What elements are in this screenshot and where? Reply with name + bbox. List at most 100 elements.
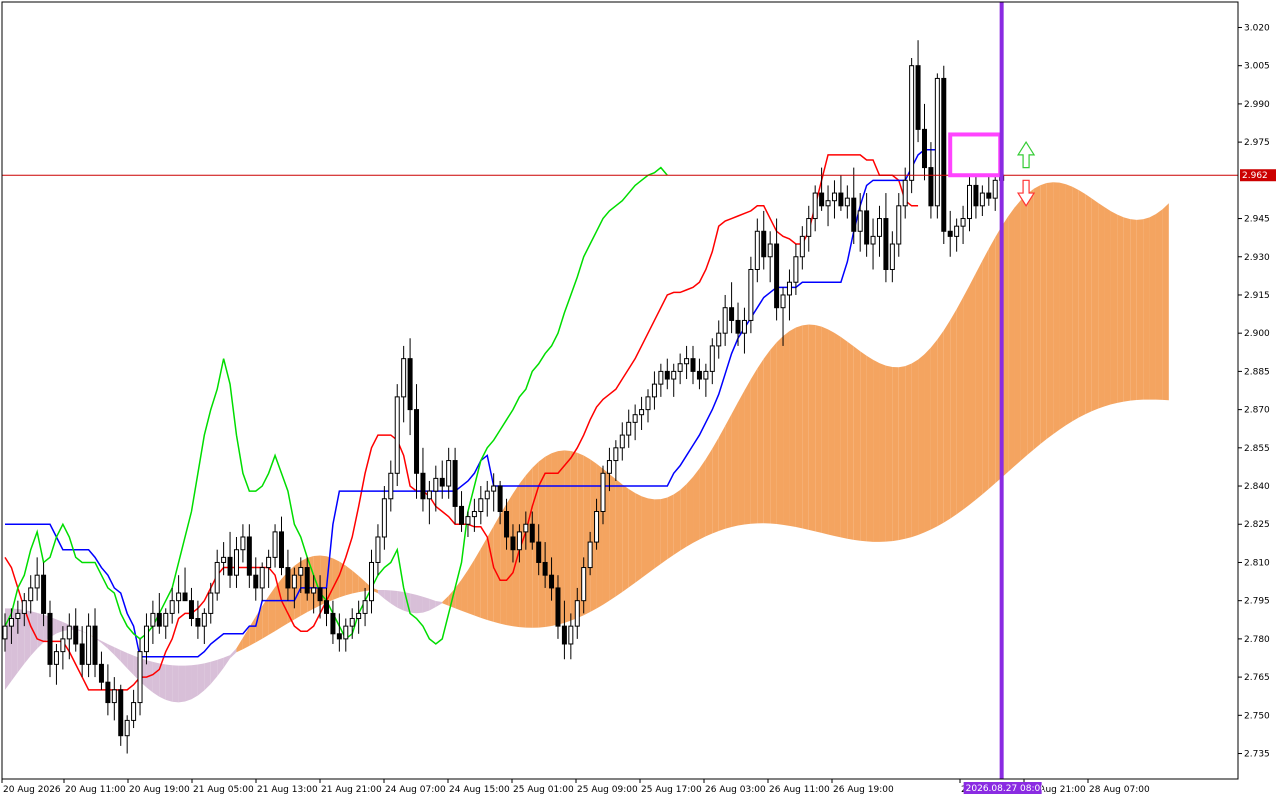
candle-body: [15, 612, 21, 620]
candle-body: [330, 612, 336, 635]
candle-body: [574, 600, 580, 627]
x-tick-label: 21 Aug 21:00: [321, 785, 382, 795]
y-tick-label: 2.735: [1244, 750, 1270, 760]
x-tick-label: 26 Aug 11:00: [769, 785, 830, 795]
candle-body: [150, 612, 156, 627]
candle-body: [311, 587, 317, 594]
candle-body: [902, 179, 908, 207]
candle-body: [510, 536, 516, 551]
cloud-segment: [332, 558, 340, 600]
cloud-segment: [615, 479, 623, 597]
candle-body: [343, 625, 349, 640]
candle-body: [266, 556, 272, 569]
cloud-segment: [699, 458, 706, 540]
cloud-segment: [1027, 188, 1034, 455]
candle-body: [169, 600, 175, 614]
cloud-segment: [770, 342, 777, 525]
candle-body: [696, 370, 702, 380]
x-tick-label: 24 Aug 15:00: [449, 785, 510, 795]
x-tick-label: 20 Aug 19:00: [129, 785, 190, 795]
cloud-segment: [1072, 186, 1079, 422]
candle-body: [960, 218, 966, 227]
cloud-segment: [982, 248, 989, 495]
candle-body: [86, 625, 92, 665]
candle-body: [253, 574, 259, 589]
candle-body: [606, 460, 612, 474]
candle-body: [857, 210, 863, 232]
cloud-segment: [1162, 203, 1169, 401]
x-tick-label: 24 Aug 07:00: [385, 785, 446, 795]
cloud-segment: [474, 548, 481, 618]
candle-body: [60, 638, 66, 653]
cloud-segment: [165, 664, 173, 702]
cloud-segment: [1065, 184, 1073, 426]
candle-body: [664, 370, 670, 380]
cloud-segment: [1136, 219, 1144, 401]
candle-body: [613, 447, 619, 462]
candle-body: [703, 370, 709, 380]
cloud-segment: [667, 494, 674, 560]
candle-body: [844, 197, 850, 207]
candle-body: [34, 574, 40, 589]
candle-body: [163, 612, 169, 627]
price-chart[interactable]: 3.020 3.005 2.990 2.975 2.962 2.945 2.930 2.915…: [0, 0, 1280, 800]
candle-body: [555, 587, 561, 627]
cloud-segment: [641, 496, 648, 578]
cloud-segment: [712, 437, 719, 534]
cloud-segment: [789, 327, 796, 528]
candle-body: [471, 511, 477, 518]
candle-body: [992, 179, 998, 199]
candle-body: [741, 319, 747, 334]
candle-body: [156, 612, 162, 627]
cloud-segment: [750, 368, 758, 524]
cloud-segment: [705, 448, 713, 537]
x-tick-label: 21 Aug 05:00: [193, 785, 254, 795]
cloud-segment: [635, 493, 642, 583]
y-tick-label: 2.870: [1244, 406, 1270, 416]
candle-body: [523, 523, 529, 533]
candle-body: [375, 536, 381, 563]
cloud-segment: [686, 476, 694, 547]
candle-body: [324, 600, 329, 614]
cloud-segment: [738, 390, 745, 526]
candle-body: [909, 65, 915, 181]
cloud-segment: [1130, 219, 1137, 401]
y-tick-label: 2.915: [1244, 291, 1270, 301]
candle-body: [111, 689, 117, 704]
candle-body: [452, 460, 458, 507]
candle-body: [568, 625, 574, 645]
cloud-segment: [648, 498, 655, 574]
candle-body: [118, 689, 124, 737]
candle: [934, 73, 940, 219]
candle-body: [484, 490, 490, 500]
candle-body: [645, 396, 651, 411]
y-tick-label: 2.900: [1244, 329, 1270, 339]
candle-body: [587, 541, 593, 569]
cloud-segment: [628, 489, 636, 588]
candle-body: [73, 625, 79, 645]
candle-body: [143, 625, 149, 653]
cloud-segment: [37, 612, 44, 649]
y-tick-label: 2.930: [1244, 253, 1270, 263]
cloud-segment: [1110, 211, 1118, 405]
candle-body: [439, 477, 445, 487]
candle-body: [21, 600, 27, 614]
cloud-segment: [834, 332, 841, 538]
cloud-segment: [1059, 182, 1066, 430]
candle-body: [176, 592, 182, 602]
x-tick-label: 28 Aug 07:00: [1089, 785, 1150, 795]
candle-body: [131, 702, 137, 721]
cloud-segment: [1046, 182, 1054, 440]
candle-body: [516, 531, 522, 551]
y-tick-label: 2.750: [1244, 711, 1270, 721]
candle-body: [233, 549, 239, 576]
candle-body: [883, 218, 889, 270]
candle-body: [979, 192, 985, 207]
candle-body: [729, 307, 735, 321]
cloud-segment: [808, 324, 816, 532]
candle-body: [8, 618, 14, 627]
price-tag-label: 2.962: [1242, 171, 1268, 181]
cloud-segment: [873, 359, 880, 542]
candle-body: [632, 414, 638, 423]
candle-body: [478, 498, 484, 513]
